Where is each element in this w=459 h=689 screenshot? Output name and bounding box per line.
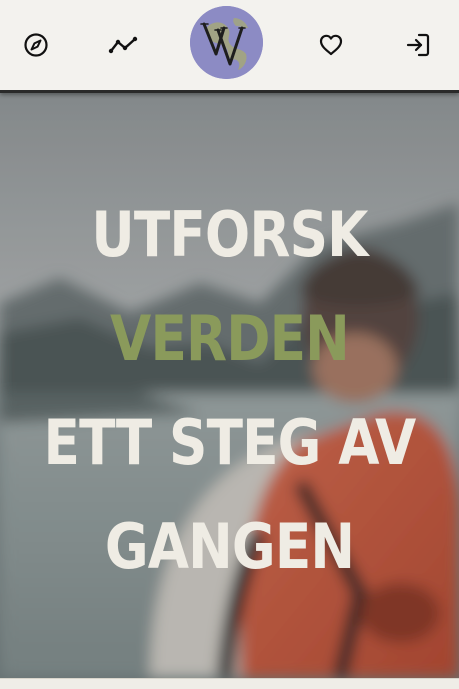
site-logo[interactable]	[190, 6, 263, 79]
hero-headline: UTFORSK VERDEN ETT STEG AV GANGEN	[32, 183, 427, 599]
globe-logo-icon	[190, 6, 263, 79]
explore-button[interactable]	[19, 28, 53, 62]
favorites-button[interactable]	[314, 28, 348, 62]
hero-section: UTFORSK VERDEN ETT STEG AV GANGEN	[0, 93, 459, 678]
next-section-edge	[0, 678, 459, 689]
top-navigation-bar	[0, 0, 459, 93]
app-frame: UTFORSK VERDEN ETT STEG AV GANGEN	[0, 0, 459, 689]
hero-line-1: UTFORSK	[91, 198, 368, 271]
hero-line-3: ETT STEG AV	[43, 406, 417, 479]
stats-button[interactable]	[106, 28, 140, 62]
sign-in-icon	[406, 33, 430, 57]
login-button[interactable]	[401, 28, 435, 62]
hero-line-4: GANGEN	[104, 510, 355, 583]
heart-icon	[319, 34, 343, 56]
compass-icon	[24, 33, 48, 57]
hero-line-2-accent: VERDEN	[110, 302, 350, 375]
trend-line-icon	[108, 36, 138, 54]
